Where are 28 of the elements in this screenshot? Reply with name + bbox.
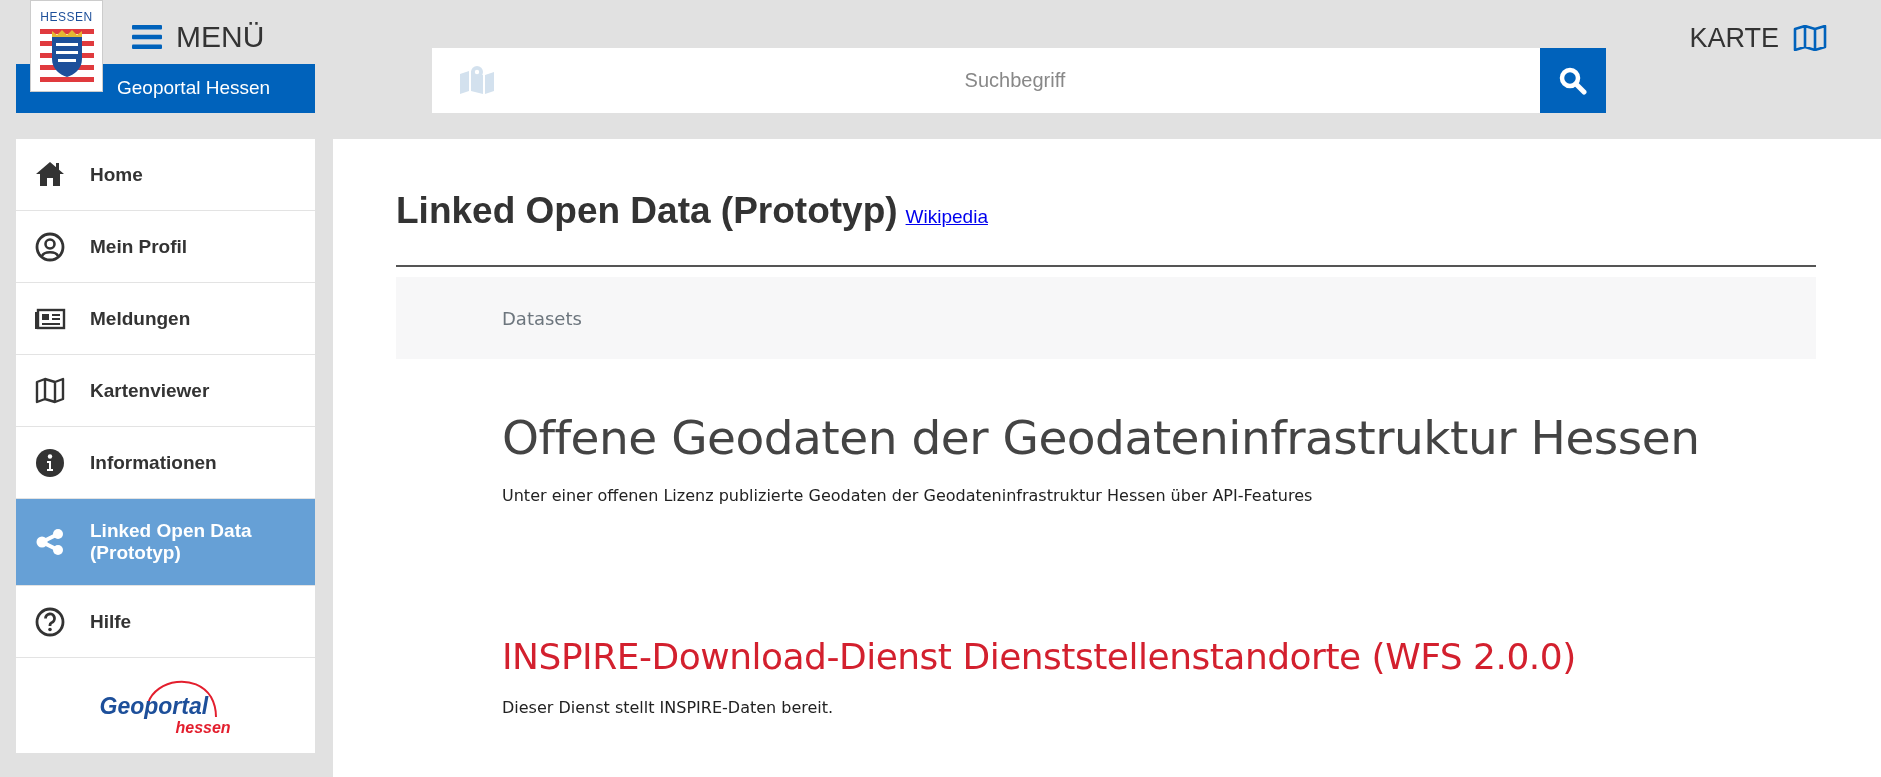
menu-button[interactable]: MENÜ [132,14,265,59]
breadcrumb-item[interactable]: Datasets [502,304,582,332]
user-circle-icon [34,230,66,263]
search-button[interactable] [1540,48,1606,113]
section-heading: Offene Geodaten der Geodateninfrastruktur Hessen [502,409,1701,468]
dataset-description: Dieser Dienst stellt INSPIRE-Daten bereit. [502,696,835,719]
map-link[interactable]: KARTE [1689,18,1827,59]
sidebar-item[interactable]: Mein Profil [16,211,315,283]
sidebar-item[interactable]: Kartenviewer [16,355,315,427]
section-description: Unter einer offenen Lizenz publizierte Geodaten der Geodateninfrastruktur Hessen über API-Features [502,484,1314,507]
search-field[interactable]: Suchbegriff [432,48,1540,113]
sidebar-item[interactable]: Meldungen [16,283,315,355]
geoportal-logo: Geoportal hessen [95,674,236,737]
dataset-title-link[interactable]: INSPIRE-Download-Dienst Dienststellenstandorte (WFS 2.0.0) [502,629,1576,684]
help-icon [34,605,66,638]
wikipedia-link[interactable]: Wikipedia [905,206,988,227]
logo-text: HESSEN [40,11,93,23]
search-icon [1559,66,1587,95]
info-icon [34,446,66,479]
share-icon [34,526,66,558]
map-icon [1793,25,1827,52]
page-title: Linked Open Data (Prototyp) [396,190,898,231]
sidebar-item[interactable]: Hilfe [16,586,315,658]
map-pin-icon [460,66,494,94]
coat-of-arms-icon [39,27,94,83]
coat-of-arms-logo[interactable]: HESSEN [30,0,103,92]
sidebar-item[interactable]: Home [16,139,315,211]
menu-icon [132,24,162,49]
